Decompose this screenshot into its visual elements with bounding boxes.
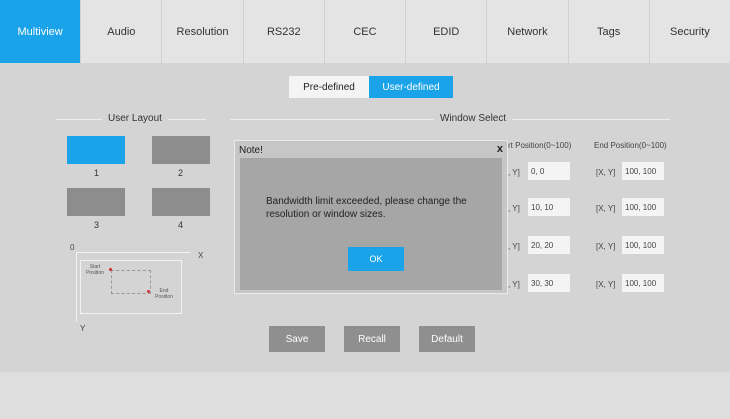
predefined-button[interactable]: Pre-defined — [289, 76, 369, 98]
tab-rs232[interactable]: RS232 — [244, 0, 325, 63]
end-position-input[interactable]: 100, 100 — [622, 236, 664, 254]
start-coord-label: , Y] — [508, 280, 520, 289]
recall-button[interactable]: Recall — [344, 326, 400, 352]
end-coord-label: [X, Y] — [596, 280, 616, 289]
window-select-title: Window Select — [434, 113, 513, 124]
user-layout-title: User Layout — [102, 113, 168, 124]
dialog-title: Note! — [239, 145, 263, 156]
default-button[interactable]: Default — [419, 326, 475, 352]
layout-3-option[interactable] — [67, 188, 125, 216]
start-position-input[interactable]: 30, 30 — [528, 274, 570, 292]
tab-audio[interactable]: Audio — [81, 0, 163, 63]
end-position-input[interactable]: 100, 100 — [622, 274, 664, 292]
layout-4-label: 4 — [178, 220, 184, 230]
origin-label: 0 — [70, 243, 75, 252]
tab-cec[interactable]: CEC — [325, 0, 407, 63]
start-position-input[interactable]: 20, 20 — [528, 236, 570, 254]
mode-toggle: Pre-defined User-defined — [289, 76, 453, 98]
footer-bar — [0, 372, 730, 419]
save-button[interactable]: Save — [269, 326, 325, 352]
start-point-marker — [109, 268, 112, 271]
x-axis — [76, 252, 190, 253]
start-position-label: Start Position — [86, 264, 104, 276]
start-coord-label: , Y] — [508, 204, 520, 213]
ok-button[interactable]: OK — [348, 247, 404, 271]
start-position-header: rt Position(0~100) — [508, 141, 572, 150]
note-dialog: Note! x Bandwidth limit exceeded, please… — [234, 140, 508, 294]
layout-2-option[interactable] — [152, 136, 210, 164]
end-coord-label: [X, Y] — [596, 242, 616, 251]
close-icon[interactable]: x — [497, 143, 503, 155]
end-position-label: End Position — [155, 288, 173, 300]
start-position-input[interactable]: 10, 10 — [528, 198, 570, 216]
end-position-input[interactable]: 100, 100 — [622, 162, 664, 180]
tab-tags[interactable]: Tags — [569, 0, 650, 63]
userdefined-button[interactable]: User-defined — [369, 76, 453, 98]
tab-resolution[interactable]: Resolution — [162, 0, 244, 63]
y-axis — [76, 252, 77, 322]
end-coord-label: [X, Y] — [596, 204, 616, 213]
tab-multiview[interactable]: Multiview — [0, 0, 82, 63]
dialog-body: Bandwidth limit exceeded, please change … — [240, 158, 502, 290]
end-position-header: End Position(0~100) — [594, 141, 667, 150]
tab-edid[interactable]: EDID — [406, 0, 488, 63]
start-coord-label: , Y] — [508, 168, 520, 177]
dialog-message: Bandwidth limit exceeded, please change … — [266, 196, 467, 220]
y-axis-label: Y — [80, 324, 86, 333]
window-outline — [111, 270, 151, 294]
layout-4-option[interactable] — [152, 188, 210, 216]
end-position-input[interactable]: 100, 100 — [622, 198, 664, 216]
end-coord-label: [X, Y] — [596, 168, 616, 177]
start-position-input[interactable]: 0, 0 — [528, 162, 570, 180]
layout-2-label: 2 — [178, 168, 184, 178]
tab-network[interactable]: Network — [487, 0, 569, 63]
tab-security[interactable]: Security — [650, 0, 730, 63]
layout-1-label: 1 — [94, 168, 100, 178]
layout-1-option[interactable] — [67, 136, 125, 164]
start-coord-label: , Y] — [508, 242, 520, 251]
layout-3-label: 3 — [94, 220, 100, 230]
main-tab-bar: Multiview Audio Resolution RS232 CEC EDI… — [0, 0, 730, 63]
x-axis-label: X — [198, 251, 204, 260]
